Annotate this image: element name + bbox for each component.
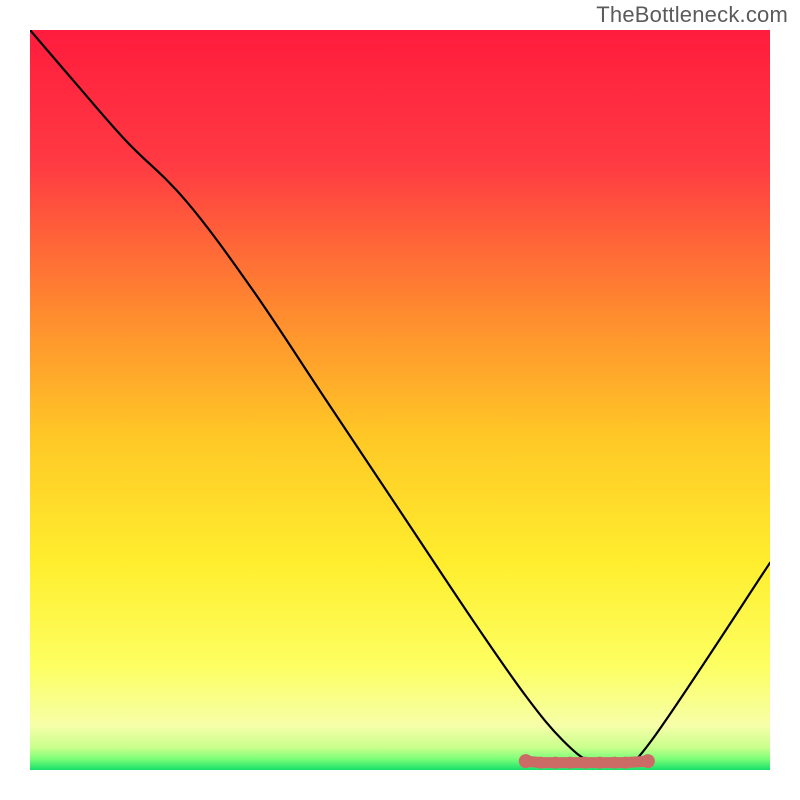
sweet-spot-dot	[641, 754, 655, 768]
bottleneck-curve-path	[30, 30, 770, 766]
sweet-spot-dot	[535, 757, 547, 769]
watermark-text: TheBottleneck.com	[596, 2, 788, 28]
plot-area	[30, 30, 770, 770]
sweet-spot-dot	[620, 757, 632, 769]
sweet-spot-dot	[609, 757, 621, 769]
sweet-spot-dot	[594, 757, 606, 769]
chart-stage: TheBottleneck.com	[0, 0, 800, 800]
sweet-spot-dot	[519, 754, 533, 768]
sweet-spot-dot	[564, 757, 576, 769]
sweet-spot-markers	[519, 754, 655, 768]
sweet-spot-dot	[549, 757, 561, 769]
sweet-spot-dot	[579, 757, 591, 769]
curve-layer	[30, 30, 770, 770]
